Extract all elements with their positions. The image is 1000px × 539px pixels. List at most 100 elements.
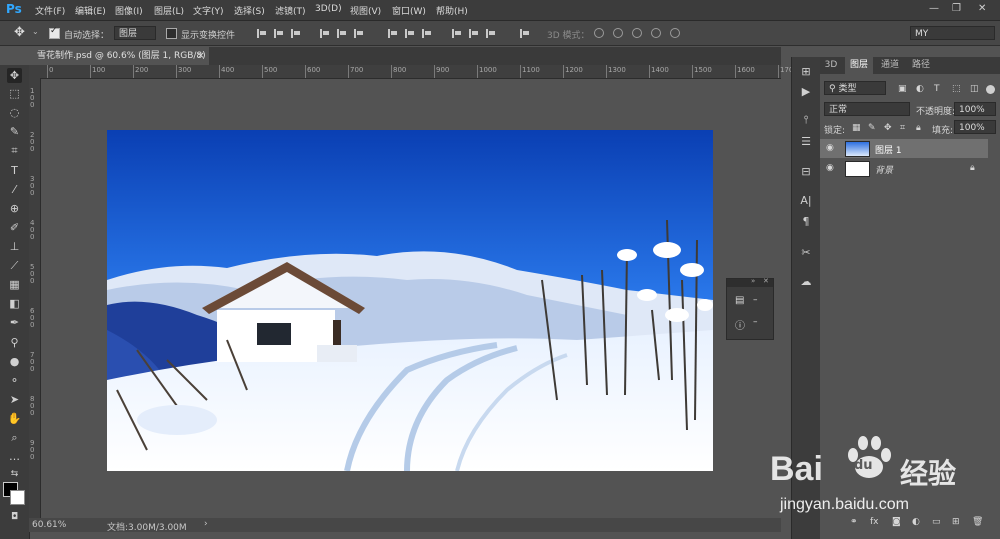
libraries-icon[interactable]: ⊟: [799, 165, 813, 179]
swap-colors-icon[interactable]: ⇆: [7, 467, 22, 482]
filter-adjust-icon[interactable]: ◐: [916, 84, 924, 94]
adjust-icon[interactable]: ⫯: [799, 113, 813, 127]
marquee-tool-icon[interactable]: ⬚: [7, 86, 22, 101]
floating-panel-header[interactable]: » ✕: [727, 277, 773, 287]
menu-filter[interactable]: 滤镜(T): [275, 4, 306, 17]
lock-artboard-icon[interactable]: ⌗: [900, 123, 905, 133]
more-tools-icon[interactable]: …: [7, 449, 22, 464]
layer-row-layer1[interactable]: ◉ 图层 1: [820, 139, 988, 158]
layer-name[interactable]: 图层 1: [875, 143, 902, 156]
distribute-hcenter-icon[interactable]: [469, 29, 479, 38]
quick-select-tool-icon[interactable]: ✎: [7, 124, 22, 139]
lock-all-icon[interactable]: 🔒︎: [916, 123, 921, 133]
filter-toggle[interactable]: [986, 85, 995, 94]
zoom-level[interactable]: 60.61%: [32, 520, 66, 530]
blur-tool-icon[interactable]: ●: [7, 354, 22, 369]
distribute-left-icon[interactable]: [452, 29, 462, 38]
layer-filter-dropdown[interactable]: ⚲ 类型: [824, 81, 886, 95]
blend-mode-dropdown[interactable]: 正常: [824, 102, 910, 116]
document-tab[interactable]: 雪花制作.psd @ 60.6% (图层 1, RGB/8) ×: [29, 47, 209, 65]
history-icon[interactable]: ⊞: [799, 65, 813, 79]
tools-preset-icon[interactable]: ✂: [799, 246, 813, 260]
filter-smart-icon[interactable]: ◫: [970, 84, 979, 94]
paragraph-icon[interactable]: ¶: [799, 215, 813, 229]
chevron-down-icon[interactable]: ⌄: [32, 27, 39, 36]
menu-3d[interactable]: 3D(D): [315, 4, 342, 14]
align-hcenter-icon[interactable]: [337, 29, 347, 38]
crop-tool-icon[interactable]: ⌗: [7, 143, 22, 158]
filter-shape-icon[interactable]: ⬚: [952, 84, 961, 94]
tab-channels[interactable]: 通道: [876, 57, 904, 74]
filter-pixel-icon[interactable]: ▣: [898, 84, 907, 94]
healing-tool-icon[interactable]: ⊕: [7, 201, 22, 216]
lock-pixels-icon[interactable]: ✎: [868, 123, 876, 133]
3d-rotate-icon[interactable]: [594, 28, 604, 38]
path-select-tool-icon[interactable]: ➤: [7, 392, 22, 407]
status-menu-arrow[interactable]: ›: [204, 519, 208, 529]
eyedropper-tool-icon[interactable]: ⁄: [7, 182, 22, 197]
align-top-icon[interactable]: [257, 29, 267, 38]
align-left-icon[interactable]: [320, 29, 330, 38]
lock-transparent-icon[interactable]: ▦: [852, 123, 861, 133]
menu-edit[interactable]: 编辑(E): [75, 4, 106, 17]
visibility-eye-icon[interactable]: ◉: [826, 163, 836, 173]
menu-file[interactable]: 文件(F): [35, 4, 65, 17]
distribute-top-icon[interactable]: [388, 29, 398, 38]
history-brush-icon[interactable]: ⟋: [7, 258, 22, 273]
type-tool-icon[interactable]: T: [7, 163, 22, 178]
tab-3d[interactable]: 3D: [820, 57, 842, 74]
auto-select-checkbox[interactable]: [49, 26, 60, 39]
dodge-tool-icon[interactable]: ⚬: [7, 373, 22, 388]
cloud-icon[interactable]: ☁: [799, 275, 813, 289]
tab-paths[interactable]: 路径: [907, 57, 935, 74]
menu-window[interactable]: 窗口(W): [392, 4, 426, 17]
fill-field[interactable]: 100%: [954, 120, 996, 134]
close-tab-icon[interactable]: ×: [197, 47, 205, 65]
distribute-right-icon[interactable]: [486, 29, 496, 38]
layer-row-background[interactable]: ◉ 背景 🔒︎: [820, 159, 988, 178]
auto-align-icon[interactable]: [520, 29, 530, 38]
distribute-bottom-icon[interactable]: [422, 29, 432, 38]
background-color-swatch[interactable]: [10, 490, 25, 505]
close-icon[interactable]: ✕: [763, 277, 769, 285]
zoom-tool-icon[interactable]: ⌕: [7, 430, 22, 445]
move-tool-icon[interactable]: ✥: [14, 25, 25, 40]
character-icon[interactable]: A|: [799, 194, 813, 208]
hand-tool-icon[interactable]: ✋: [7, 411, 22, 426]
opacity-field[interactable]: 100%: [954, 102, 996, 116]
distribute-vcenter-icon[interactable]: [405, 29, 415, 38]
align-bottom-icon[interactable]: [291, 29, 301, 38]
filter-type-icon[interactable]: T: [934, 84, 940, 94]
info-icon[interactable]: ⓘ: [735, 317, 745, 332]
measurement-icon[interactable]: ▤: [735, 295, 744, 306]
play-icon[interactable]: ▶: [799, 85, 813, 99]
lock-position-icon[interactable]: ✥: [884, 123, 892, 133]
auto-select-dropdown[interactable]: 图层: [114, 26, 156, 40]
collapse-icon[interactable]: »: [751, 277, 755, 285]
menu-view[interactable]: 视图(V): [350, 4, 381, 17]
workspace-dropdown[interactable]: MY: [910, 26, 995, 40]
brush-tool-icon[interactable]: ✐: [7, 220, 22, 235]
menu-image[interactable]: 图像(I): [115, 4, 143, 17]
document-canvas[interactable]: [107, 130, 713, 471]
pen-tool-icon[interactable]: ✒: [7, 315, 22, 330]
properties-icon[interactable]: ☰: [799, 135, 813, 149]
restore-button[interactable]: ❐: [952, 3, 961, 14]
align-right-icon[interactable]: [354, 29, 364, 38]
align-vcenter-icon[interactable]: [274, 29, 284, 38]
3d-scale-icon[interactable]: [670, 28, 680, 38]
layer-name[interactable]: 背景: [875, 163, 893, 176]
menu-help[interactable]: 帮助(H): [436, 4, 468, 17]
menu-type[interactable]: 文字(Y): [193, 4, 224, 17]
menu-select[interactable]: 选择(S): [234, 4, 265, 17]
3d-pan-icon[interactable]: [632, 28, 642, 38]
3d-slide-icon[interactable]: [651, 28, 661, 38]
close-button[interactable]: ✕: [978, 3, 986, 14]
tab-layers[interactable]: 图层: [845, 57, 873, 74]
gradient-tool-icon[interactable]: ▦: [7, 277, 22, 292]
menu-layer[interactable]: 图层(L): [154, 4, 184, 17]
move-tool-icon[interactable]: ✥: [7, 68, 22, 83]
3d-roll-icon[interactable]: [613, 28, 623, 38]
quick-mask-icon[interactable]: ◘: [7, 510, 22, 525]
visibility-eye-icon[interactable]: ◉: [826, 143, 836, 153]
